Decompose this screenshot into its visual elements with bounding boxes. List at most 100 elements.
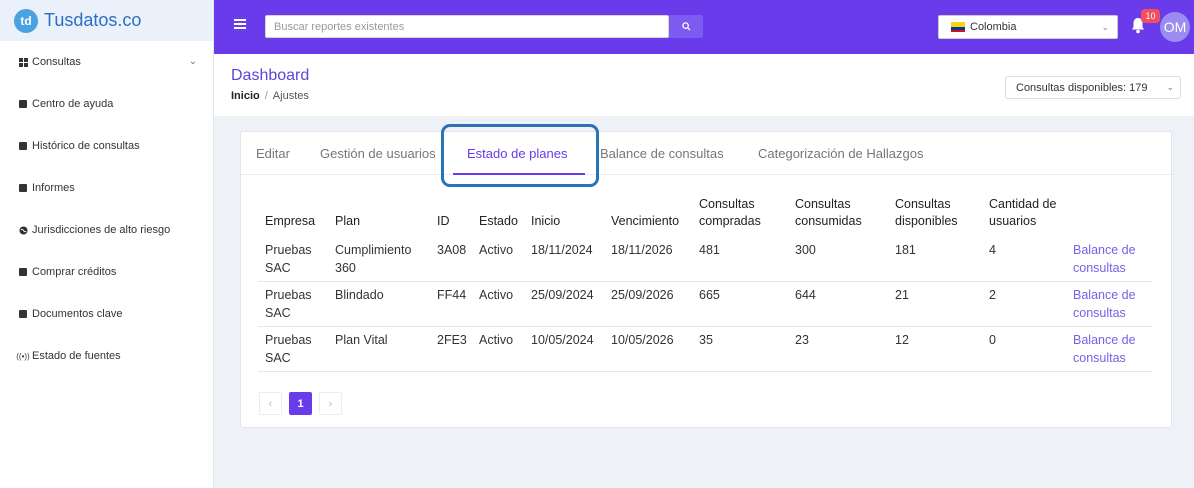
sidebar-item-informes[interactable]: Informes [0, 167, 213, 209]
tabs: Editar Gestión de usuarios Estado de pla… [241, 124, 1171, 187]
cell-action: Balance de consultas [1066, 237, 1153, 282]
cell-compradas: 481 [699, 243, 720, 257]
search-icon [681, 22, 691, 31]
sidebar-nav: Consultas ⌄ Centro de ayuda Histórico de… [0, 41, 213, 377]
cell-plan: Cumplimiento 360 [335, 243, 412, 275]
next-page-button[interactable]: › [319, 392, 342, 415]
sidebar-item-label: Documentos clave [32, 308, 123, 320]
cell-plan: Plan Vital [328, 326, 430, 372]
sidebar-item-label: Informes [32, 182, 75, 194]
active-tab-indicator [453, 173, 585, 175]
table-header-row: Empresa Plan ID Estado Inicio Vencimient… [258, 196, 1153, 237]
cell-action: Balance de consultas [1066, 326, 1153, 372]
sidebar-item-label: Histórico de consultas [32, 140, 140, 152]
grid-icon [18, 57, 28, 67]
cell-usuarios: 4 [989, 243, 996, 257]
chevron-down-icon: ⌄ [188, 56, 197, 67]
column-header [1066, 196, 1153, 237]
report-icon [18, 183, 28, 193]
column-header: ID [437, 214, 450, 228]
settings-card: Editar Gestión de usuarios Estado de pla… [240, 124, 1172, 428]
credits-dropdown[interactable]: Consultas disponibles: 179 ⌄ [1005, 76, 1181, 99]
help-book-icon [18, 99, 28, 109]
sidebar-item-consultas[interactable]: Consultas ⌄ [0, 41, 213, 83]
credits-label: Consultas disponibles: 179 [1016, 81, 1148, 94]
table-row: Pruebas SAC Cumplimiento 360 3A08 Activo… [258, 237, 1153, 282]
sidebar-item-label: Centro de ayuda [32, 98, 114, 110]
page-1-button[interactable]: 1 [289, 392, 312, 415]
table-row: Pruebas SAC Blindado FF44 Activo 25/09/2… [258, 281, 1153, 327]
cell-id: FF44 [430, 281, 472, 327]
chevron-down-icon: ⌄ [1166, 82, 1174, 92]
menu-icon[interactable] [234, 19, 246, 29]
column-header: Consultas compradas [699, 197, 761, 228]
topbar: Colombia ⌄ 10 OM [214, 0, 1194, 54]
cell-empresa: Pruebas SAC [258, 281, 328, 327]
search-input[interactable] [265, 15, 669, 38]
cell-inicio: 10/05/2024 [524, 326, 604, 372]
notification-badge: 10 [1141, 9, 1160, 23]
cell-estado: Activo [479, 243, 514, 257]
column-header: Cantidad de usuarios [989, 197, 1057, 228]
chevron-down-icon: ⌄ [1101, 22, 1109, 32]
sidebar-item-estado-de-fuentes[interactable]: ((•)) Estado de fuentes [0, 335, 213, 377]
avatar[interactable]: OM [1160, 12, 1190, 42]
column-header: Estado [479, 214, 518, 228]
tab-editar[interactable]: Editar [256, 146, 290, 161]
cell-compradas: 665 [692, 281, 788, 327]
tab-estado-de-planes[interactable]: Estado de planes [467, 146, 567, 161]
cell-disponibles: 12 [888, 326, 982, 372]
sidebar-item-comprar-creditos[interactable]: Comprar créditos [0, 251, 213, 293]
cell-vencimiento: 18/11/2026 [611, 243, 673, 257]
cell-estado: Activo [472, 326, 524, 372]
column-header: Vencimiento [611, 214, 680, 228]
cell-action: Balance de consultas [1066, 281, 1153, 327]
sidebar-item-historico[interactable]: Histórico de consultas [0, 125, 213, 167]
sidebar-item-documentos-clave[interactable]: Documentos clave [0, 293, 213, 335]
column-header: Consultas consumidas [795, 197, 862, 228]
cell-empresa: Pruebas SAC [258, 326, 328, 372]
column-header: Consultas disponibles [895, 197, 958, 228]
breadcrumb-separator: / [264, 90, 268, 102]
plans-table: Empresa Plan ID Estado Inicio Vencimient… [258, 196, 1153, 372]
cell-usuarios: 2 [982, 281, 1066, 327]
brand-name: Tusdatos.co [44, 10, 142, 30]
cell-consumidas: 644 [788, 281, 888, 327]
country-label: Colombia [970, 21, 1017, 33]
brand[interactable]: td Tusdatos.co [0, 0, 213, 41]
tab-balance-de-consultas[interactable]: Balance de consultas [600, 146, 724, 161]
colombia-flag-icon [951, 22, 965, 32]
cell-vencimiento: 10/05/2026 [604, 326, 692, 372]
pagination: ‹ 1 › [259, 392, 342, 415]
search-button[interactable] [669, 15, 703, 38]
balance-de-consultas-link[interactable]: Balance de consultas [1073, 288, 1136, 320]
breadcrumb-current: Ajustes [272, 90, 309, 102]
wallet-icon [18, 267, 28, 277]
cell-empresa: Pruebas SAC [265, 243, 312, 275]
balance-de-consultas-link[interactable]: Balance de consultas [1073, 333, 1136, 365]
balance-de-consultas-link[interactable]: Balance de consultas [1073, 243, 1136, 275]
table-row: Pruebas SAC Plan Vital 2FE3 Activo 10/05… [258, 326, 1153, 372]
page-title: Dashboard [231, 67, 310, 84]
sidebar-item-label: Estado de fuentes [32, 350, 121, 362]
tab-categorizacion-de-hallazgos[interactable]: Categorización de Hallazgos [758, 146, 923, 161]
cell-id: 3A08 [437, 243, 467, 257]
globe-icon [18, 225, 28, 235]
column-header: Inicio [531, 214, 561, 228]
breadcrumb-home[interactable]: Inicio [231, 90, 260, 102]
cell-plan: Blindado [328, 281, 430, 327]
sidebar-item-centro-de-ayuda[interactable]: Centro de ayuda [0, 83, 213, 125]
cell-inicio: 25/09/2024 [524, 281, 604, 327]
country-select[interactable]: Colombia ⌄ [938, 15, 1118, 39]
cell-id: 2FE3 [430, 326, 472, 372]
column-header: Empresa [265, 214, 316, 228]
column-header: Plan [335, 214, 361, 228]
prev-page-button[interactable]: ‹ [259, 392, 282, 415]
sidebar-item-jurisdicciones[interactable]: Jurisdicciones de alto riesgo [0, 209, 213, 251]
breadcrumb: Inicio / Ajustes [231, 90, 309, 102]
cell-disponibles: 21 [888, 281, 982, 327]
tab-gestion-de-usuarios[interactable]: Gestión de usuarios [320, 146, 436, 161]
cell-vencimiento: 25/09/2026 [604, 281, 692, 327]
cell-estado: Activo [472, 281, 524, 327]
sidebar-item-label: Jurisdicciones de alto riesgo [32, 224, 171, 236]
